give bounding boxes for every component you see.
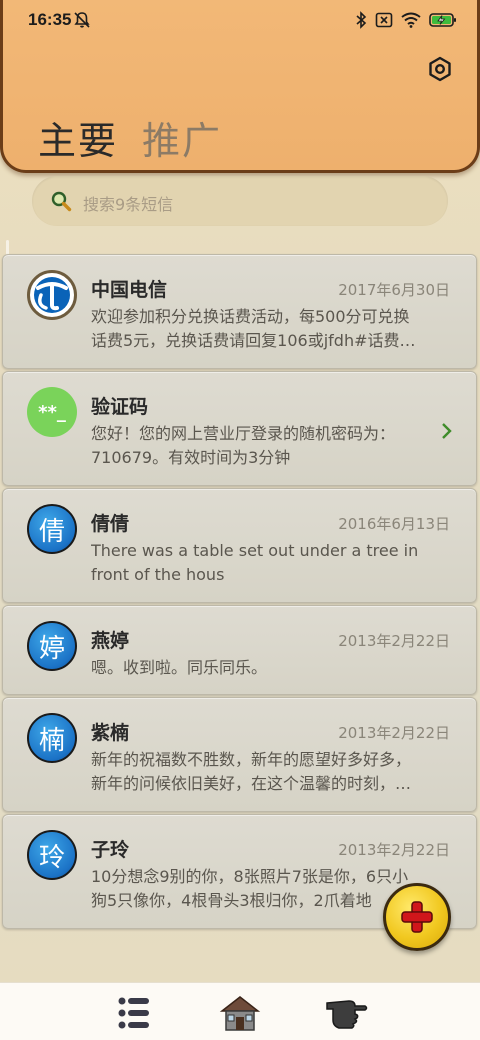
message-date: 2013年2月22日 (338, 724, 450, 742)
preview-line: 话费5元，兑换话费请回复106或jfdh#话费… (91, 331, 416, 350)
bell-mute-icon (74, 12, 90, 28)
tab-main[interactable]: 主要 (38, 110, 118, 165)
china-telecom-logo-icon (27, 270, 77, 320)
search-icon (51, 191, 72, 212)
preview-line: 新年的问候依旧美好，在这个温馨的时刻，… (91, 774, 412, 793)
avatar: 倩 (27, 504, 77, 554)
bluetooth-icon (356, 11, 367, 29)
status-bar: 16:35 (3, 0, 480, 40)
preview-line: front of the hous (91, 565, 225, 584)
preview-line: 新年的祝福数不胜数，新年的愿望好多好多， (91, 750, 412, 769)
settings-icon[interactable] (427, 56, 453, 82)
message-preview: 嗯。收到啦。同乐同乐。 (91, 656, 451, 680)
preview-line: 10分想念9别的你，8张照片7张是你，6只小 (91, 867, 409, 886)
conversation-item[interactable]: 中国电信 2017年6月30日 欢迎参加积分兑换话费活动，每500分可兑换 话费… (2, 254, 477, 369)
search-input[interactable]: 搜索9条短信 (83, 191, 173, 215)
preview-line: 710679。有效时间为3分钟 (91, 448, 291, 467)
contact-name: 子玲 (91, 839, 130, 861)
status-icons (355, 11, 457, 29)
contact-name: 紫楠 (91, 722, 130, 744)
tab-bar: 主要 推广 (38, 110, 222, 165)
battery-charging-icon (429, 13, 456, 27)
avatar: **_ (27, 387, 77, 437)
avatar: 楠 (27, 713, 77, 763)
chevron-right-icon[interactable] (440, 422, 452, 440)
conversation-item[interactable]: **_ 验证码 您好！您的网上营业厅登录的随机密码为： 710679。有效时间为… (2, 371, 477, 486)
preview-line: 嗯。收到啦。同乐同乐。 (91, 658, 268, 677)
message-preview: 欢迎参加积分兑换话费活动，每500分可兑换 话费5元，兑换话费请回复106或jf… (91, 305, 451, 353)
new-message-button[interactable] (383, 883, 451, 951)
conversation-item[interactable]: 倩 倩倩 2016年6月13日 There was a table set ou… (2, 488, 477, 603)
contact-name: 验证码 (91, 396, 149, 418)
contact-name: 中国电信 (91, 279, 168, 301)
house-icon[interactable] (218, 993, 262, 1033)
conversation-item[interactable]: 楠 紫楠 2013年2月22日 新年的祝福数不胜数，新年的愿望好多好多， 新年的… (2, 697, 477, 812)
wifi-icon (401, 12, 421, 28)
conversation-item[interactable]: 婷 燕婷 2013年2月22日 嗯。收到啦。同乐同乐。 (2, 605, 477, 695)
bottom-nav (0, 982, 480, 1040)
avatar: 玲 (27, 830, 77, 880)
preview-line: 欢迎参加积分兑换话费活动，每500分可兑换 (91, 307, 410, 326)
message-preview: 新年的祝福数不胜数，新年的愿望好多好多， 新年的问候依旧美好，在这个温馨的时刻，… (91, 748, 451, 796)
message-preview: There was a table set out under a tree i… (91, 539, 451, 587)
avatar: 婷 (27, 621, 77, 671)
contact-name: 倩倩 (91, 513, 130, 535)
pointing-hand-icon[interactable] (325, 993, 369, 1033)
add-icon (401, 901, 433, 933)
message-preview: 您好！您的网上营业厅登录的随机密码为： 710679。有效时间为3分钟 (91, 422, 451, 470)
tab-promotions[interactable]: 推广 (142, 110, 222, 165)
app-header: 16:35 主要 推广 (0, 0, 480, 173)
message-date: 2017年6月30日 (338, 281, 450, 299)
no-sim-icon (375, 12, 393, 28)
message-date: 2013年2月22日 (338, 841, 450, 859)
list-icon[interactable] (111, 993, 155, 1033)
status-time: 16:35 (28, 10, 72, 29)
preview-line: There was a table set out under a tree i… (91, 541, 419, 560)
preview-line: 您好！您的网上营业厅登录的随机密码为： (91, 424, 396, 443)
message-date: 2013年2月22日 (338, 632, 450, 650)
message-date: 2016年6月13日 (338, 515, 450, 533)
contact-name: 燕婷 (91, 630, 130, 652)
search-bar[interactable]: 搜索9条短信 (32, 176, 448, 226)
